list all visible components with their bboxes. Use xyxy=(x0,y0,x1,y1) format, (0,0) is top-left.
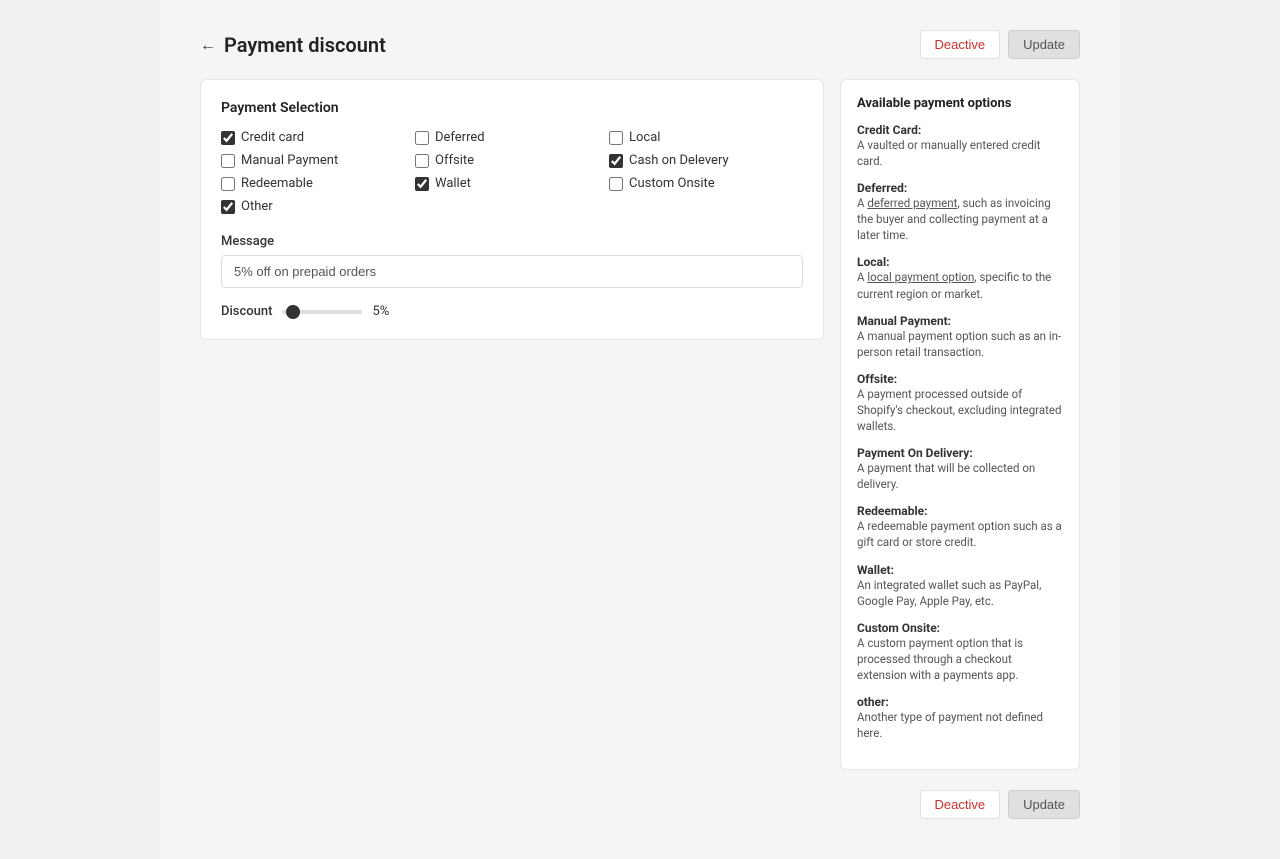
checkbox-cash-on-delivery-input[interactable] xyxy=(609,154,623,168)
checkbox-cash-on-delivery[interactable]: Cash on Delevery xyxy=(609,153,803,168)
discount-label: Discount xyxy=(221,304,272,319)
discount-value: 5% xyxy=(372,304,389,319)
option-deferred-desc: A deferred payment, such as invoicing th… xyxy=(857,195,1063,243)
checkbox-manual-payment-input[interactable] xyxy=(221,154,235,168)
payment-col-1: Credit card Manual Payment Redeemable Ot… xyxy=(221,130,415,214)
checkbox-deferred-label: Deferred xyxy=(435,130,485,145)
option-other-name: other: xyxy=(857,695,1063,709)
checkbox-wallet-input[interactable] xyxy=(415,177,429,191)
payment-selection-title: Payment Selection xyxy=(221,100,803,116)
checkbox-custom-onsite-label: Custom Onsite xyxy=(629,176,715,191)
page-container: ← Payment discount Deactive Update Payme… xyxy=(160,0,1120,859)
option-deferred: Deferred: A deferred payment, such as in… xyxy=(857,181,1063,243)
option-other: other: Another type of payment not defin… xyxy=(857,695,1063,741)
option-manual-payment: Manual Payment: A manual payment option … xyxy=(857,314,1063,360)
option-custom-onsite-name: Custom Onsite: xyxy=(857,621,1063,635)
option-credit-card-desc: A vaulted or manually entered credit car… xyxy=(857,137,1063,169)
option-local: Local: A local payment option, specific … xyxy=(857,255,1063,301)
available-payment-title: Available payment options xyxy=(857,96,1063,111)
footer-deactive-button[interactable]: Deactive xyxy=(920,790,1001,819)
checkbox-other[interactable]: Other xyxy=(221,199,415,214)
checkbox-custom-onsite[interactable]: Custom Onsite xyxy=(609,176,803,191)
page-title: Payment discount xyxy=(224,33,386,57)
option-redeemable-desc: A redeemable payment option such as a gi… xyxy=(857,518,1063,550)
option-credit-card-name: Credit Card: xyxy=(857,123,1063,137)
option-other-desc: Another type of payment not defined here… xyxy=(857,709,1063,741)
option-payment-on-delivery-desc: A payment that will be collected on deli… xyxy=(857,460,1063,492)
option-local-desc: A local payment option, specific to the … xyxy=(857,269,1063,301)
option-redeemable: Redeemable: A redeemable payment option … xyxy=(857,504,1063,550)
checkbox-offsite[interactable]: Offsite xyxy=(415,153,609,168)
option-wallet-desc: An integrated wallet such as PayPal, Goo… xyxy=(857,577,1063,609)
checkbox-offsite-label: Offsite xyxy=(435,153,474,168)
checkbox-credit-card[interactable]: Credit card xyxy=(221,130,415,145)
option-custom-onsite-desc: A custom payment option that is processe… xyxy=(857,635,1063,683)
checkbox-other-input[interactable] xyxy=(221,200,235,214)
option-local-name: Local: xyxy=(857,255,1063,269)
checkbox-deferred-input[interactable] xyxy=(415,131,429,145)
option-offsite-name: Offsite: xyxy=(857,372,1063,386)
option-offsite: Offsite: A payment processed outside of … xyxy=(857,372,1063,434)
payment-grid: Credit card Manual Payment Redeemable Ot… xyxy=(221,130,803,214)
option-wallet: Wallet: An integrated wallet such as Pay… xyxy=(857,563,1063,609)
option-payment-on-delivery: Payment On Delivery: A payment that will… xyxy=(857,446,1063,492)
footer-update-button[interactable]: Update xyxy=(1008,790,1080,819)
header-deactive-button[interactable]: Deactive xyxy=(920,30,1001,59)
option-custom-onsite: Custom Onsite: A custom payment option t… xyxy=(857,621,1063,683)
option-manual-payment-desc: A manual payment option such as an in-pe… xyxy=(857,328,1063,360)
checkbox-local[interactable]: Local xyxy=(609,130,803,145)
payment-col-3: Local Cash on Delevery Custom Onsite xyxy=(609,130,803,214)
option-redeemable-name: Redeemable: xyxy=(857,504,1063,518)
footer-actions: Deactive Update xyxy=(200,790,1080,819)
header-update-button[interactable]: Update xyxy=(1008,30,1080,59)
checkbox-redeemable[interactable]: Redeemable xyxy=(221,176,415,191)
option-offsite-desc: A payment processed outside of Shopify's… xyxy=(857,386,1063,434)
header-actions: Deactive Update xyxy=(920,30,1081,59)
title-group: ← Payment discount xyxy=(200,33,386,57)
local-payment-link[interactable]: local payment option xyxy=(867,270,974,284)
message-label: Message xyxy=(221,234,803,249)
checkbox-local-input[interactable] xyxy=(609,131,623,145)
option-credit-card: Credit Card: A vaulted or manually enter… xyxy=(857,123,1063,169)
discount-slider[interactable] xyxy=(282,310,362,314)
content-area: Payment Selection Credit card Manual Pay… xyxy=(200,79,1080,770)
message-section: Message xyxy=(221,234,803,288)
back-arrow-icon[interactable]: ← xyxy=(200,35,216,55)
option-deferred-name: Deferred: xyxy=(857,181,1063,195)
checkbox-manual-payment-label: Manual Payment xyxy=(241,153,338,168)
checkbox-manual-payment[interactable]: Manual Payment xyxy=(221,153,415,168)
option-wallet-name: Wallet: xyxy=(857,563,1063,577)
checkbox-redeemable-input[interactable] xyxy=(221,177,235,191)
message-input[interactable] xyxy=(221,255,803,288)
checkbox-cash-on-delivery-label: Cash on Delevery xyxy=(629,153,729,168)
left-panel: Payment Selection Credit card Manual Pay… xyxy=(200,79,824,340)
right-panel: Available payment options Credit Card: A… xyxy=(840,79,1080,770)
checkbox-custom-onsite-input[interactable] xyxy=(609,177,623,191)
deferred-payment-link[interactable]: deferred payment xyxy=(867,196,957,210)
checkbox-wallet-label: Wallet xyxy=(435,176,471,191)
payment-col-2: Deferred Offsite Wallet xyxy=(415,130,609,214)
checkbox-deferred[interactable]: Deferred xyxy=(415,130,609,145)
option-payment-on-delivery-name: Payment On Delivery: xyxy=(857,446,1063,460)
checkbox-credit-card-label: Credit card xyxy=(241,130,304,145)
option-manual-payment-name: Manual Payment: xyxy=(857,314,1063,328)
checkbox-other-label: Other xyxy=(241,199,273,214)
checkbox-credit-card-input[interactable] xyxy=(221,131,235,145)
checkbox-wallet[interactable]: Wallet xyxy=(415,176,609,191)
discount-section: Discount 5% xyxy=(221,304,803,319)
checkbox-local-label: Local xyxy=(629,130,660,145)
page-header: ← Payment discount Deactive Update xyxy=(200,30,1080,59)
checkbox-redeemable-label: Redeemable xyxy=(241,176,313,191)
checkbox-offsite-input[interactable] xyxy=(415,154,429,168)
